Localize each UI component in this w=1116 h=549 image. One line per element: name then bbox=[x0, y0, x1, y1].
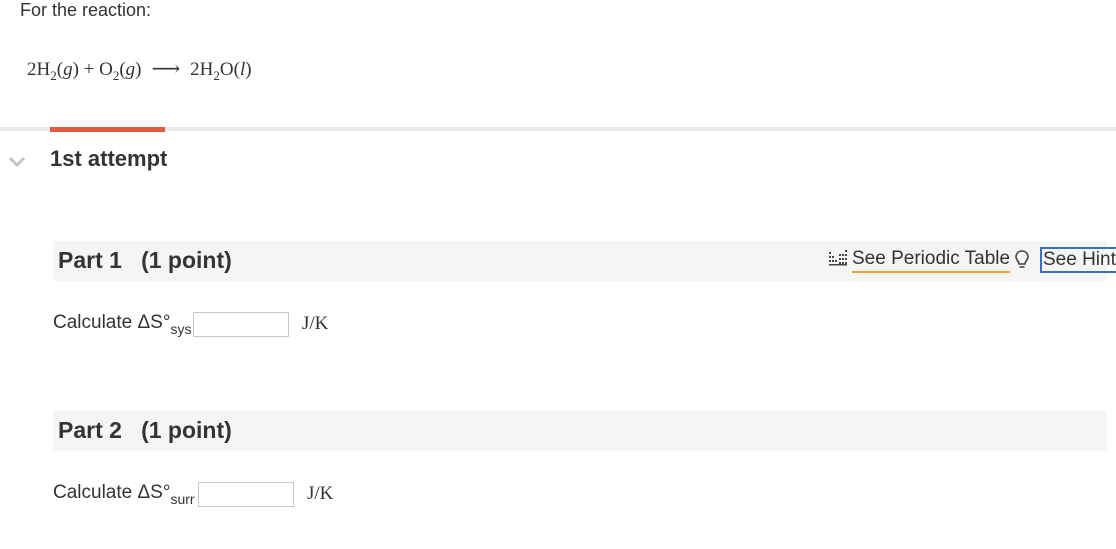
product-1: 2H2O(l) bbox=[190, 59, 252, 83]
chevron-down-icon[interactable] bbox=[8, 153, 26, 169]
reaction-equation: 2H2(g) + O2(g) ⟶ 2H2O(l) bbox=[27, 56, 252, 84]
part-1-answer-input[interactable] bbox=[193, 312, 289, 337]
periodic-table-icon[interactable] bbox=[828, 249, 848, 267]
part-2-answer-input[interactable] bbox=[198, 482, 294, 507]
see-periodic-table-link[interactable]: See Periodic Table bbox=[852, 248, 1011, 273]
attempt-heading: 1st attempt bbox=[50, 146, 168, 171]
attempt-accent-bar bbox=[50, 127, 165, 132]
part-2-unit: J/K bbox=[307, 483, 334, 504]
reactant-2: O2(g) bbox=[99, 59, 142, 83]
plus-sign: + bbox=[83, 59, 95, 80]
part-1-header: Part 1 (1 point) See Periodic Table See … bbox=[53, 241, 1116, 281]
reactant-1: 2H2(g) bbox=[27, 59, 79, 83]
part-2-title: Part 2 (1 point) bbox=[58, 417, 232, 443]
question-intro: For the reaction: bbox=[20, 0, 152, 20]
part-2-prompt: Calculate ΔS°surr bbox=[53, 482, 195, 507]
part-1-prompt: Calculate ΔS°sys bbox=[53, 312, 192, 337]
reaction-arrow: ⟶ bbox=[151, 58, 181, 80]
see-hint-button[interactable]: See Hint bbox=[1040, 247, 1116, 273]
part-2-header: Part 2 (1 point) bbox=[53, 411, 1107, 451]
part-1-unit: J/K bbox=[302, 313, 329, 334]
section-divider bbox=[0, 127, 1116, 131]
lightbulb-icon[interactable] bbox=[1014, 249, 1030, 271]
part-1-title: Part 1 (1 point) bbox=[58, 247, 232, 273]
